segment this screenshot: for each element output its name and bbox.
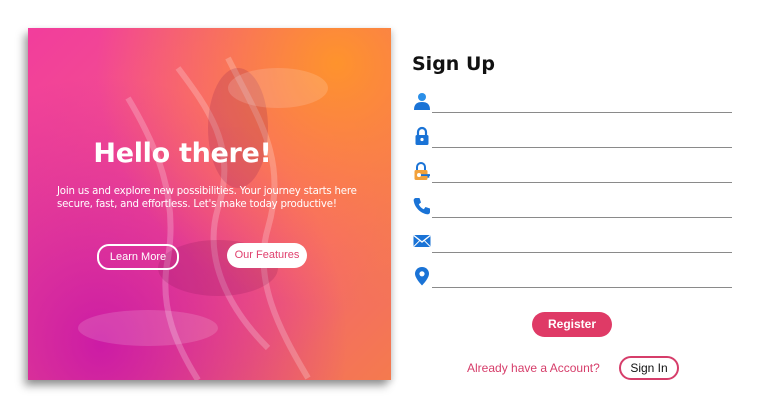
confirm-password-input[interactable] [434,161,732,183]
hero-title: Hello there! [93,138,272,169]
lock-key-icon [414,162,430,180]
password-field[interactable] [412,126,732,148]
password-input[interactable] [434,126,732,148]
lock-icon [415,126,429,145]
hero-subtitle: Join us and explore new possibilities. Y… [57,186,357,210]
field-underline [432,287,732,288]
sign-in-button[interactable]: Sign In [619,356,679,380]
user-icon [414,93,430,110]
email-field[interactable] [412,231,732,253]
learn-more-button[interactable]: Learn More [97,244,179,270]
account-prompt: Already have a Account? [467,361,600,375]
field-underline [432,217,732,218]
our-features-button[interactable]: Our Features [227,243,307,268]
username-field[interactable] [412,91,732,113]
field-underline [432,112,732,113]
phone-icon [413,198,430,215]
field-underline [432,182,732,183]
username-input[interactable] [434,91,732,113]
field-underline [432,252,732,253]
mail-icon [413,234,431,247]
address-input[interactable] [434,266,732,288]
register-button[interactable]: Register [532,312,612,337]
location-pin-icon [415,267,429,286]
field-underline [432,147,732,148]
hero-panel: Hello there! Join us and explore new pos… [28,28,391,380]
email-input[interactable] [434,231,732,253]
address-field[interactable] [412,266,732,288]
confirm-password-field[interactable] [412,161,732,183]
form-title: Sign Up [412,53,495,75]
phone-input[interactable] [434,196,732,218]
phone-field[interactable] [412,196,732,218]
signup-page: Hello there! Join us and explore new pos… [0,0,781,406]
